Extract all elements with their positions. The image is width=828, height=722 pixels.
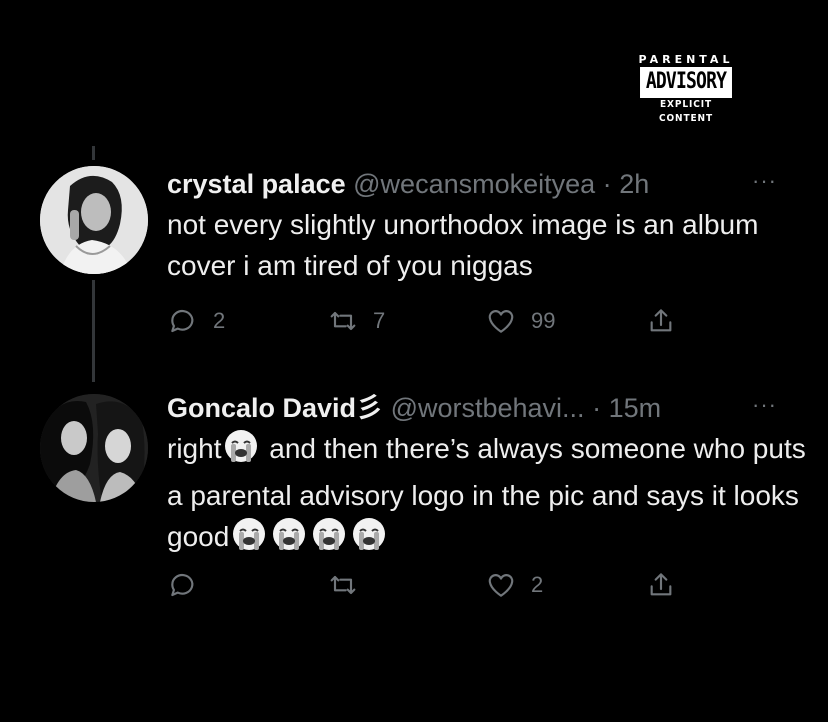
reply-button[interactable] [167,568,199,602]
heart-icon [488,310,514,333]
share-button[interactable] [645,304,677,338]
logo-top-text: PARENTAL [638,53,734,66]
thread-line-top [92,146,95,160]
tweet-actions: 2 7 99 [167,304,687,338]
timestamp[interactable]: 15m [609,393,662,423]
user-handle[interactable]: @wecansmokeityea [353,169,595,199]
tweet-text-part1: right [167,433,222,464]
loudly-crying-face-emoji [223,428,259,475]
heart-icon [488,574,514,597]
like-button[interactable]: 99 [485,304,555,338]
tweet-text: not every slightly unorthodox image is a… [167,209,759,281]
loudly-crying-face-emoji [231,516,267,563]
avatar[interactable] [40,394,148,502]
display-name[interactable]: crystal palace [167,169,346,199]
logo-bottom-text: EXPLICIT CONTENT [658,99,714,124]
more-options-icon[interactable]: ··· [752,168,777,194]
loudly-crying-face-emoji [351,516,387,563]
retweet-icon [330,311,356,331]
loudly-crying-face-emoji [311,516,347,563]
reply-icon [171,309,194,333]
like-count: 2 [531,572,544,597]
share-button[interactable] [645,568,677,602]
share-icon [650,309,672,332]
parental-advisory-logo: PARENTAL ADVISORY EXPLICIT CONTENT [628,53,744,124]
retweet-button[interactable] [327,568,359,602]
tweet-header: crystal palace @wecansmokeityea · 2h [167,164,649,204]
tweet-header: Goncalo David彡 @worstbehavi... · 15m [167,388,661,428]
tweet-actions: 2 [167,568,687,602]
retweet-icon [330,575,356,595]
display-name[interactable]: Goncalo David [167,393,356,423]
reply-button[interactable]: 2 [167,304,225,338]
more-options-icon[interactable]: ··· [752,392,777,418]
like-button[interactable]: 2 [485,568,543,602]
reply-icon [171,573,194,597]
timestamp[interactable]: 2h [619,169,649,199]
avatar[interactable] [40,166,148,274]
loudly-crying-face-emoji [271,516,307,563]
retweet-button[interactable]: 7 [327,304,385,338]
reply-count: 2 [213,308,226,333]
tweet-text: right and then there’s always someone wh… [167,428,807,563]
logo-middle-text: ADVISORY [640,67,732,98]
separator-dot: · [602,169,612,199]
separator-dot: · [592,393,602,423]
share-icon [650,573,672,596]
user-handle[interactable]: @worstbehavi... [391,393,585,423]
tweet-thread-screenshot: PARENTAL ADVISORY EXPLICIT CONTENT cryst… [0,0,828,722]
retweet-count: 7 [373,308,386,333]
thread-line [92,280,95,382]
display-name-suffix: 彡 [356,393,384,423]
like-count: 99 [531,308,556,333]
